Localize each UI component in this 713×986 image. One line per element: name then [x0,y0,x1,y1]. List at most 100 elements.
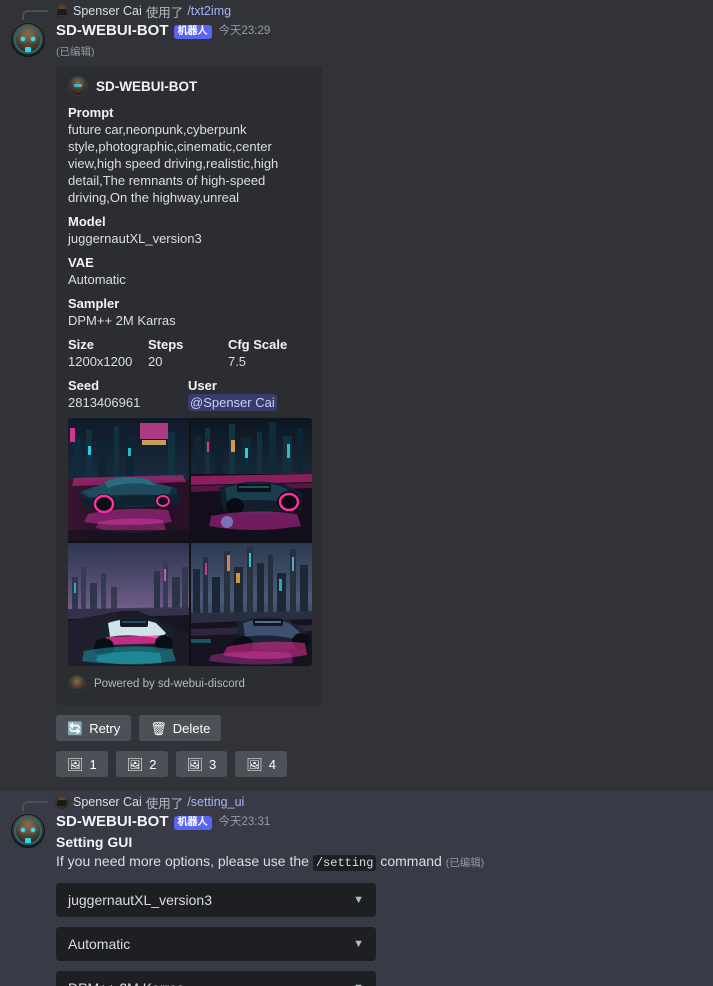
description-before: If you need more options, please use the [56,853,313,869]
model-select[interactable]: juggernautXL_version3 ▼ [56,883,376,917]
message-timestamp: 今天23:31 [218,816,271,828]
embed-field-value: 7.5 [227,354,247,369]
avatar-chest-icon [25,838,31,843]
avatar-chest-icon [25,47,31,52]
picture-icon: 🖼 [246,756,263,772]
embed-field-value: 1200x1200 [68,354,133,369]
embed-field-name: Seed [68,378,100,393]
embed-footer: Powered by sd-webui-discord [68,675,308,693]
embed-field-name: VAE [68,255,94,270]
embed-field-name: Cfg Scale [227,337,288,352]
embed-field-value: Automatic [68,272,126,287]
embed-field-model: Model juggernautXL_version3 [68,213,308,247]
embed-field-name: User [188,378,217,393]
embed-field-value: 20 [147,354,163,369]
avatar[interactable] [11,23,45,57]
embed-inline-row-1: Size 1200x1200 Steps 20 Cfg Scale 7.5 [68,336,308,370]
embed-footer-icon [68,675,86,693]
retry-button-label: Retry [89,720,121,736]
embed-field-steps: Steps 20 [148,336,228,370]
retry-icon: 🔄 [67,720,84,736]
cyberpunk-car-sunset-highway [68,543,189,666]
generated-image-2[interactable] [191,418,312,541]
reply-command[interactable]: /txt2img [187,4,231,18]
generated-image-4[interactable] [191,543,312,666]
avatar-eye-right-icon [31,37,35,41]
user-mention[interactable]: @Spenser Cai [188,394,277,411]
embed-inline-row-2: Seed 2813406961 User @Spenser Cai [68,377,308,411]
avatar-eye-right-icon [31,828,35,832]
embed-field-value: DPM++ 2M Karras [68,313,176,328]
embed-author-name: SD-WEBUI-BOT [96,78,198,94]
chevron-down-icon: ▼ [353,982,364,986]
image-button-2[interactable]: 🖼 2 [115,751,168,777]
image-button-label: 3 [209,756,217,772]
cyberpunk-car-city-skyline [191,543,312,666]
image-button-3[interactable]: 🖼 3 [175,751,228,777]
embed-field-value: juggernautXL_version3 [68,231,202,246]
bot-badge: 机器人 [173,25,212,39]
message-header: SD-WEBUI-BOT 机器人 今天23:31 [56,812,697,832]
command-reply-header: Spenser Cai 使用了/setting_ui [17,793,705,811]
message-setting-ui: Spenser Cai 使用了/setting_ui SD-WEBUI-BOT 机… [0,791,713,986]
embed-field-seed: Seed 2813406961 [68,377,188,411]
setting-command-code: /setting [312,855,377,871]
image-button-row: 🖼 1 🖼 2 🖼 3 🖼 4 [56,751,697,777]
delete-icon: 🗑 [150,720,167,736]
message-author[interactable]: SD-WEBUI-BOT [56,21,169,41]
chevron-down-icon: ▼ [353,938,364,950]
reply-used-text: 使用了 [145,796,184,811]
vae-select-value: Automatic [68,936,131,952]
picture-icon: 🖼 [186,756,204,772]
sampler-select[interactable]: DPM++ 2M Karras ▼ [56,971,376,986]
generated-image-1[interactable] [68,418,189,541]
avatar-eye-left-icon [21,37,25,41]
image-button-label: 1 [89,756,97,772]
retry-button[interactable]: 🔄 Retry [56,715,132,741]
sampler-select-value: DPM++ 2M Karras [68,980,184,986]
avatar-column [0,21,56,777]
embed-field-user: User @Spenser Cai [188,377,308,411]
reply-spine [22,801,48,811]
message-author[interactable]: SD-WEBUI-BOT [56,812,169,832]
action-button-row: 🔄 Retry 🗑 Delete [56,715,697,741]
message-txt2img: Spenser Cai 使用了/txt2img SD-WEBUI-BOT 机器人 … [0,0,713,777]
setting-gui-title: Setting GUI [56,834,133,850]
model-select-value: juggernautXL_version3 [68,892,212,908]
vae-select[interactable]: Automatic ▼ [56,927,376,961]
reply-command[interactable]: /setting_ui [187,795,244,809]
generated-image-grid[interactable] [68,418,312,666]
embed-field-name: Steps [147,337,184,352]
cyberpunk-car-rear-right [191,418,312,541]
image-button-label: 2 [149,756,157,772]
delete-button[interactable]: 🗑 Delete [139,715,222,741]
setting-gui-description: If you need more options, please use the… [56,852,697,873]
embed-field-value: 2813406961 [68,395,141,410]
avatar-eye-left-icon [21,828,25,832]
picture-icon: 🖼 [67,756,84,772]
reply-username[interactable]: Spenser Cai [73,4,142,18]
embed-field-name: Size [68,337,95,352]
description-after: command [376,853,446,869]
embed-field-name: Prompt [68,105,114,120]
cyberpunk-car-front-left [68,418,189,541]
bot-badge: 机器人 [173,816,212,830]
avatar[interactable] [11,814,45,848]
chevron-down-icon: ▼ [353,894,364,906]
embed-field-name: Model [68,214,106,229]
message-timestamp: 今天23:29 [218,25,271,37]
command-reply-header: Spenser Cai 使用了/txt2img [17,2,705,20]
generated-image-3[interactable] [68,543,189,666]
txt2img-embed: SD-WEBUI-BOT Prompt future car,neonpunk,… [56,66,322,705]
embed-footer-text: Powered by sd-webui-discord [94,678,245,690]
embed-field-vae: VAE Automatic [68,254,308,288]
user-avatar-icon [55,795,69,809]
embed-author: SD-WEBUI-BOT [68,76,308,96]
image-button-1[interactable]: 🖼 1 [56,751,108,777]
edited-marker: (已编辑) [445,857,485,869]
embed-field-value: future car,neonpunk,cyberpunk style,phot… [68,122,279,205]
reply-used-text: 使用了 [145,5,184,20]
image-button-4[interactable]: 🖼 4 [235,751,287,777]
reply-username[interactable]: Spenser Cai [73,795,142,809]
avatar-column [0,812,56,986]
